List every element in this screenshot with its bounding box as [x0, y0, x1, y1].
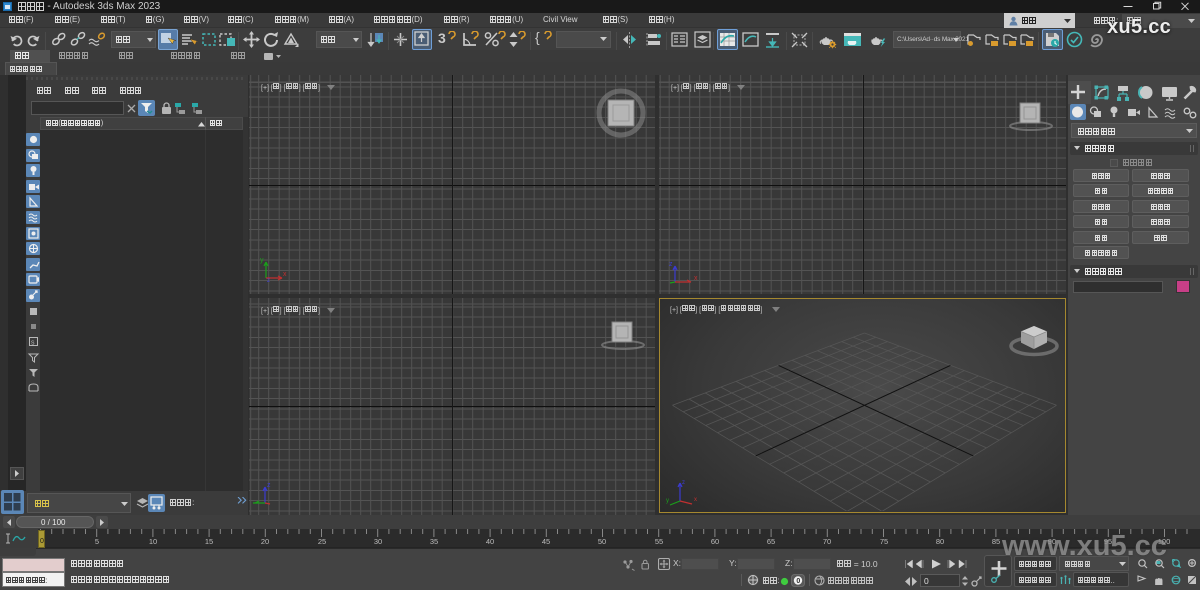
svg-text:s: s	[31, 340, 35, 347]
svg-text:z: z	[267, 278, 270, 284]
svg-text:z: z	[669, 261, 673, 268]
svg-text:x: x	[283, 271, 287, 278]
svg-text:z: z	[682, 480, 685, 486]
svg-text:z: z	[267, 482, 271, 489]
svg-text:y: y	[260, 257, 264, 264]
svg-text:0: 0	[796, 578, 800, 585]
svg-text:x: x	[694, 275, 698, 282]
svg-text:y: y	[666, 498, 669, 504]
svg-text:x: x	[694, 497, 697, 503]
